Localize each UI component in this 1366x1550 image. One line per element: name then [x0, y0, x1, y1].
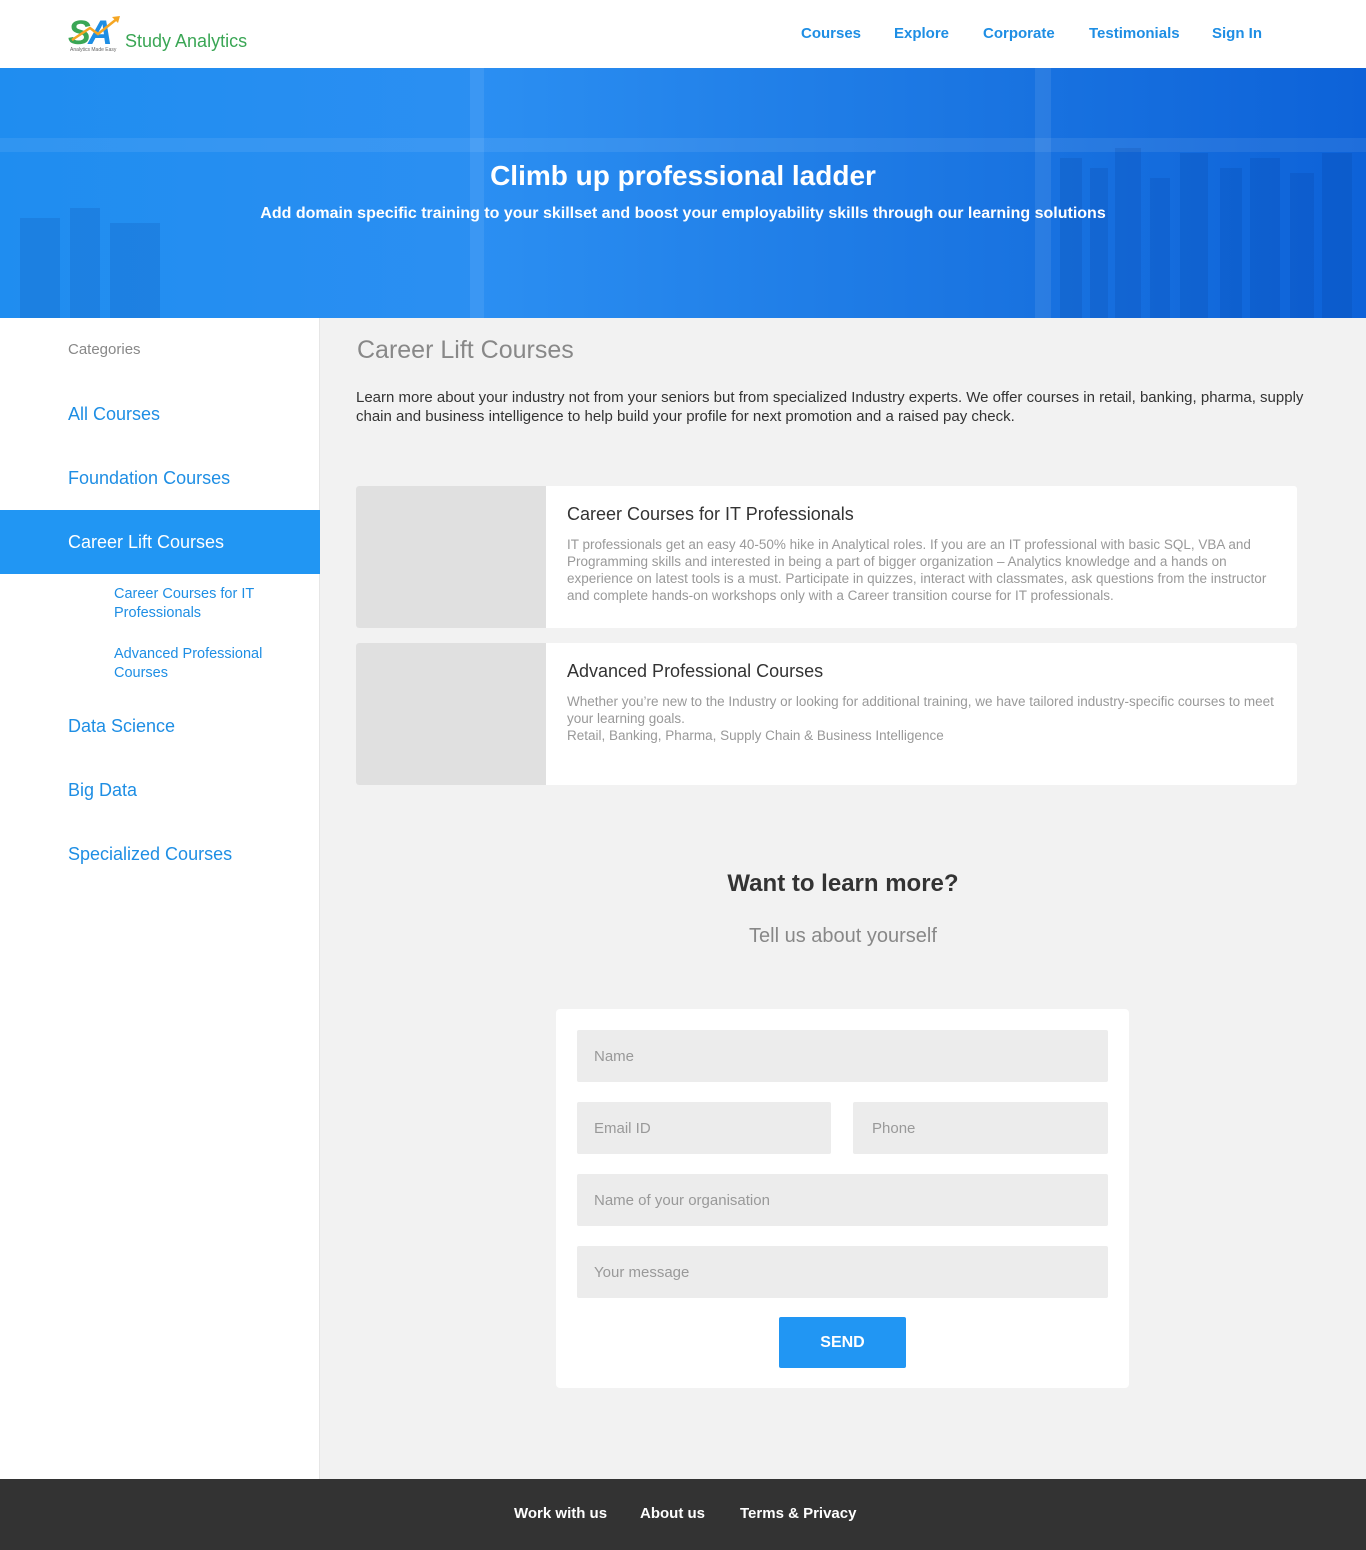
course-card-description: IT professionals get an easy 40-50% hike…	[567, 537, 1267, 603]
send-button[interactable]: SEND	[779, 1317, 906, 1368]
course-card-advanced-professional[interactable]: Advanced Professional Courses Whether yo…	[356, 643, 1297, 785]
phone-field[interactable]	[853, 1102, 1108, 1154]
book-decoration	[70, 208, 100, 318]
contact-form: SEND	[556, 1009, 1129, 1388]
message-field[interactable]	[577, 1246, 1108, 1298]
sidebar-subitem-advanced-professional[interactable]: Advanced Professional Courses	[114, 645, 294, 683]
course-thumbnail	[356, 643, 546, 785]
course-card-title: Advanced Professional Courses	[567, 661, 824, 681]
footer-link-work-with-us[interactable]: Work with us	[514, 1505, 607, 1522]
course-card-description-text: Whether you’re new to the Industry or lo…	[567, 694, 1274, 726]
book-decoration	[20, 218, 60, 318]
shelf-decoration	[1035, 68, 1051, 318]
course-thumbnail	[356, 486, 546, 628]
nav-sign-in[interactable]: Sign In	[1212, 25, 1262, 42]
course-card-description: Whether you’re new to the Industry or lo…	[567, 693, 1277, 744]
course-card-title: Career Courses for IT Professionals	[567, 504, 854, 524]
sidebar-subitem-it-professionals[interactable]: Career Courses for IT Professionals	[114, 585, 294, 623]
brand-name: Study Analytics	[125, 31, 248, 51]
categories-heading: Categories	[68, 341, 141, 358]
course-card-domains: Retail, Banking, Pharma, Supply Chain & …	[567, 728, 944, 743]
footer-link-terms-privacy[interactable]: Terms & Privacy	[740, 1505, 856, 1522]
sidebar-item-all-courses[interactable]: All Courses	[0, 382, 320, 446]
logo[interactable]: S A Study Analytics Analytics Made Easy	[68, 14, 258, 54]
nav-testimonials[interactable]: Testimonials	[1089, 25, 1180, 42]
site-footer: Work with us About us Terms & Privacy	[0, 1479, 1366, 1550]
book-decoration	[1290, 173, 1314, 318]
cta-subtitle: Tell us about yourself	[749, 925, 937, 947]
shelf-decoration	[0, 138, 1366, 152]
nav-courses[interactable]: Courses	[801, 25, 861, 42]
hero-subtitle: Add domain specific training to your ski…	[260, 205, 1106, 222]
organisation-field[interactable]	[577, 1174, 1108, 1226]
nav-corporate[interactable]: Corporate	[983, 25, 1055, 42]
email-field[interactable]	[577, 1102, 831, 1154]
page-title: Career Lift Courses	[357, 336, 574, 364]
hero-banner: Climb up professional ladder Add domain …	[0, 68, 1366, 318]
course-card-it-professionals[interactable]: Career Courses for IT Professionals IT p…	[356, 486, 1297, 628]
site-header: S A Study Analytics Analytics Made Easy …	[0, 0, 1366, 68]
book-decoration	[1150, 178, 1170, 318]
category-sidebar: Categories All Courses Foundation Course…	[0, 318, 320, 1479]
nav-explore[interactable]: Explore	[894, 25, 949, 42]
name-field[interactable]	[577, 1030, 1108, 1082]
footer-link-about-us[interactable]: About us	[640, 1505, 705, 1522]
sidebar-item-data-science[interactable]: Data Science	[0, 694, 320, 758]
book-decoration	[110, 223, 160, 318]
sidebar-item-big-data[interactable]: Big Data	[0, 758, 320, 822]
hero-title: Climb up professional ladder	[490, 160, 876, 191]
page-description: Learn more about your industry not from …	[356, 389, 1304, 425]
shelf-decoration	[470, 68, 484, 318]
sidebar-item-foundation-courses[interactable]: Foundation Courses	[0, 446, 320, 510]
sidebar-item-career-lift-courses[interactable]: Career Lift Courses	[0, 510, 320, 574]
cta-title: Want to learn more?	[727, 870, 959, 897]
sidebar-item-specialized-courses[interactable]: Specialized Courses	[0, 822, 320, 886]
brand-tagline: Analytics Made Easy	[70, 47, 117, 53]
